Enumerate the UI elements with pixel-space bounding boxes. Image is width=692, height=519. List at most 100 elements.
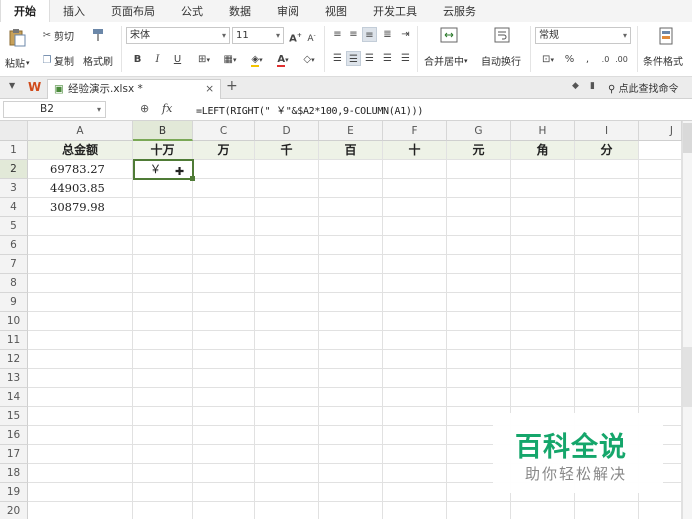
cell[interactable] [28,426,133,445]
cell[interactable] [639,236,682,255]
menu-tab-formulas[interactable]: 公式 [168,0,216,22]
cell[interactable] [193,255,255,274]
row-header[interactable]: 10 [0,312,28,331]
header-cell[interactable]: 万 [193,141,255,160]
cell[interactable] [319,350,383,369]
row-header[interactable]: 3 [0,179,28,198]
cell[interactable] [511,502,575,519]
align-center-icon[interactable]: ☰ [346,51,361,66]
header-cell[interactable]: 十万 [133,141,193,160]
cell[interactable] [447,274,511,293]
cell[interactable] [28,255,133,274]
clear-format-button[interactable]: ◇▾ [298,52,320,67]
row-header[interactable]: 9 [0,293,28,312]
cell[interactable] [639,274,682,293]
cell[interactable] [193,217,255,236]
copy-button[interactable]: ❐ 复制 [40,53,74,68]
currency-format-button[interactable]: ⊡▾ [537,52,559,67]
bold-button[interactable]: B [130,52,145,67]
cell[interactable] [575,502,639,519]
row-header[interactable]: 16 [0,426,28,445]
cell[interactable] [383,350,447,369]
cell[interactable] [383,274,447,293]
fill-color-button[interactable]: ◈▾ [245,52,269,67]
wrap-text-icon[interactable] [494,27,510,43]
cell[interactable] [447,312,511,331]
cell[interactable] [28,369,133,388]
cell[interactable] [639,388,682,407]
cell[interactable] [28,407,133,426]
cell[interactable] [319,312,383,331]
menu-dropdown-icon[interactable]: ▼ [9,81,15,90]
header-cell[interactable]: 千 [255,141,319,160]
column-header-f[interactable]: F [383,121,447,141]
cell[interactable] [447,369,511,388]
cell[interactable] [447,179,511,198]
underline-button[interactable]: U [170,52,185,67]
cell[interactable] [193,198,255,217]
font-name-dropdown[interactable]: 宋体 ▾ [126,27,230,44]
cell[interactable] [133,293,193,312]
cell[interactable] [319,217,383,236]
cell[interactable] [255,160,319,179]
header-cell[interactable]: 分 [575,141,639,160]
cell[interactable] [639,160,682,179]
cell[interactable] [255,274,319,293]
cell[interactable] [28,483,133,502]
row-header[interactable]: 4 [0,198,28,217]
menu-tab-home[interactable]: 开始 [0,0,50,22]
cell[interactable] [255,464,319,483]
format-painter-button[interactable]: 格式刷 [83,53,113,68]
cell[interactable] [133,369,193,388]
align-right-icon[interactable]: ☰ [362,51,377,66]
cell[interactable] [133,217,193,236]
cell[interactable] [255,331,319,350]
name-box[interactable]: B2 ▾ [3,101,106,118]
cell[interactable] [575,388,639,407]
cell[interactable] [28,217,133,236]
header-cell[interactable]: 元 [447,141,511,160]
menu-tab-insert[interactable]: 插入 [50,0,98,22]
header-cell[interactable]: 总金额 [28,141,133,160]
merge-center-icon[interactable] [440,27,458,43]
cell[interactable] [639,198,682,217]
cell[interactable] [639,312,682,331]
cell[interactable] [133,312,193,331]
cell[interactable] [383,255,447,274]
row-header[interactable]: 2 [0,160,28,179]
formula-input[interactable]: =LEFT(RIGHT(" ￥"&$A2*100,9-COLUMN(A1))) [196,102,423,117]
paste-icon[interactable] [7,27,27,47]
cell[interactable] [319,331,383,350]
cell[interactable] [447,350,511,369]
cell[interactable] [575,198,639,217]
cell[interactable] [575,255,639,274]
cell[interactable] [575,160,639,179]
add-tab-button[interactable]: + [226,78,238,94]
cell[interactable] [133,350,193,369]
indent-icon[interactable]: ⇥ [398,27,413,42]
cell[interactable] [133,464,193,483]
cell[interactable] [133,483,193,502]
row-header[interactable]: 13 [0,369,28,388]
bookmark-icon[interactable]: ▮ [590,81,595,91]
cell[interactable] [639,217,682,236]
cell[interactable] [193,312,255,331]
cell[interactable] [575,312,639,331]
cell[interactable] [383,236,447,255]
amount-cell[interactable]: 44903.85 [28,179,133,198]
row-header[interactable]: 15 [0,407,28,426]
menu-tab-review[interactable]: 审阅 [264,0,312,22]
align-top-icon[interactable]: ≡ [330,27,345,42]
cell[interactable] [133,331,193,350]
cell[interactable] [319,198,383,217]
grow-font-button[interactable]: A+ [288,28,303,44]
cell[interactable] [383,179,447,198]
cell[interactable] [133,502,193,519]
decrease-decimal-button[interactable]: .00 [614,52,629,67]
distributed-icon[interactable]: ☰ [398,51,413,66]
cell[interactable] [133,407,193,426]
cell[interactable] [383,293,447,312]
cell[interactable] [383,502,447,519]
format-painter-icon[interactable] [90,27,106,43]
align-middle-icon[interactable]: ≡ [346,27,361,42]
